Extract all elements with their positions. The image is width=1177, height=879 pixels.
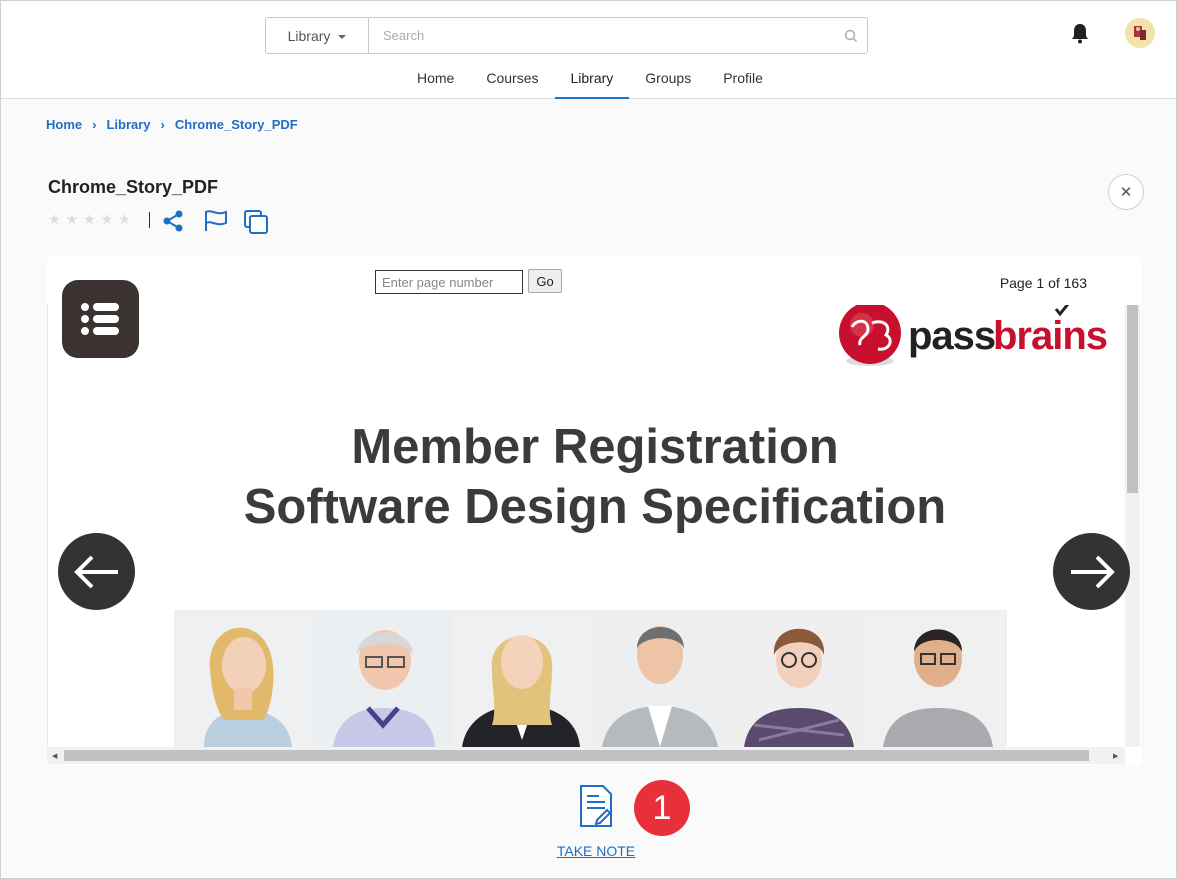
portrait-photo <box>590 610 730 747</box>
star-icon[interactable]: ★ <box>101 211 114 228</box>
share-icon[interactable] <box>161 209 185 238</box>
list-icon <box>80 303 119 335</box>
breadcrumb-current[interactable]: Chrome_Story_PDF <box>175 117 298 132</box>
close-icon: ✕ <box>1119 184 1133 201</box>
portrait-photo <box>729 610 869 747</box>
breadcrumb: Home › Library › Chrome_Story_PDF <box>46 117 298 132</box>
search-icon[interactable] <box>835 18 867 53</box>
star-icon[interactable]: ★ <box>66 211 79 228</box>
horizontal-scrollbar[interactable]: ◀ ▶ <box>47 747 1125 764</box>
chevron-right-icon: › <box>92 117 97 132</box>
previous-page-button[interactable] <box>58 533 135 610</box>
table-of-contents-button[interactable] <box>62 280 139 358</box>
portrait-photo <box>451 610 591 747</box>
chevron-right-icon: › <box>160 117 165 132</box>
next-page-button[interactable] <box>1053 533 1130 610</box>
nav-profile[interactable]: Profile <box>707 61 779 99</box>
go-button[interactable]: Go <box>528 269 562 293</box>
passbrains-logo: pass brains <box>838 305 1113 375</box>
breadcrumb-home[interactable]: Home <box>46 117 82 132</box>
search-scope-label: Library <box>287 27 331 44</box>
portrait-photo <box>174 610 313 747</box>
arrow-right-icon <box>1070 555 1115 588</box>
team-photos <box>174 610 1007 747</box>
portrait-photo <box>312 610 452 747</box>
svg-text:brains: brains <box>993 314 1107 358</box>
star-icon[interactable]: ★ <box>48 211 61 228</box>
star-rating[interactable]: ★ ★ ★ ★ ★ <box>48 211 131 228</box>
star-icon[interactable]: ★ <box>83 211 96 228</box>
notification-bell-icon[interactable] <box>1070 22 1090 49</box>
nav-groups[interactable]: Groups <box>629 61 707 99</box>
vertical-scrollbar[interactable] <box>1125 305 1140 747</box>
toolbar-divider <box>149 212 150 228</box>
flag-icon[interactable] <box>203 209 229 238</box>
page-indicator: Page 1 of 163 <box>999 275 1087 291</box>
scroll-right-icon[interactable]: ▶ <box>1113 752 1118 760</box>
copy-icon[interactable] <box>243 209 269 240</box>
search-bar: Library <box>265 17 868 54</box>
pdf-page[interactable]: pass brains Member Registration Software… <box>47 305 1125 747</box>
caret-down-icon <box>338 35 347 39</box>
app-window: Library Home Courses Library Groups Prof… <box>0 0 1177 879</box>
top-header: Library Home Courses Library Groups Prof… <box>1 1 1176 99</box>
close-button[interactable]: ✕ <box>1108 174 1144 210</box>
main-nav: Home Courses Library Groups Profile <box>401 61 779 99</box>
nav-home[interactable]: Home <box>401 61 470 99</box>
notification-badge: 1 <box>634 780 690 836</box>
slide-title-line2: Software Design Specification <box>243 480 947 534</box>
nav-library[interactable]: Library <box>554 61 630 99</box>
search-scope-dropdown[interactable]: Library <box>266 18 369 53</box>
take-note-button[interactable]: TAKE NOTE <box>554 784 638 859</box>
vertical-scrollbar-thumb[interactable] <box>1127 305 1138 493</box>
breadcrumb-library[interactable]: Library <box>106 117 150 132</box>
scroll-left-icon[interactable]: ◀ <box>52 752 57 760</box>
pdf-viewer: Go Page 1 of 163 pass brains Member Regi… <box>47 257 1141 765</box>
nav-courses[interactable]: Courses <box>470 61 554 99</box>
avatar[interactable] <box>1125 18 1155 48</box>
take-note-label[interactable]: TAKE NOTE <box>554 843 638 859</box>
page-title: Chrome_Story_PDF <box>48 177 219 197</box>
horizontal-scrollbar-thumb[interactable] <box>64 750 1089 761</box>
portrait-photo <box>868 610 1007 747</box>
star-icon[interactable]: ★ <box>118 211 131 228</box>
arrow-left-icon <box>73 555 118 588</box>
slide-title-line1: Member Registration <box>351 420 839 474</box>
page-number-input[interactable] <box>375 270 523 294</box>
note-icon <box>580 785 612 827</box>
search-input[interactable] <box>369 18 835 53</box>
svg-text:pass: pass <box>908 314 995 358</box>
